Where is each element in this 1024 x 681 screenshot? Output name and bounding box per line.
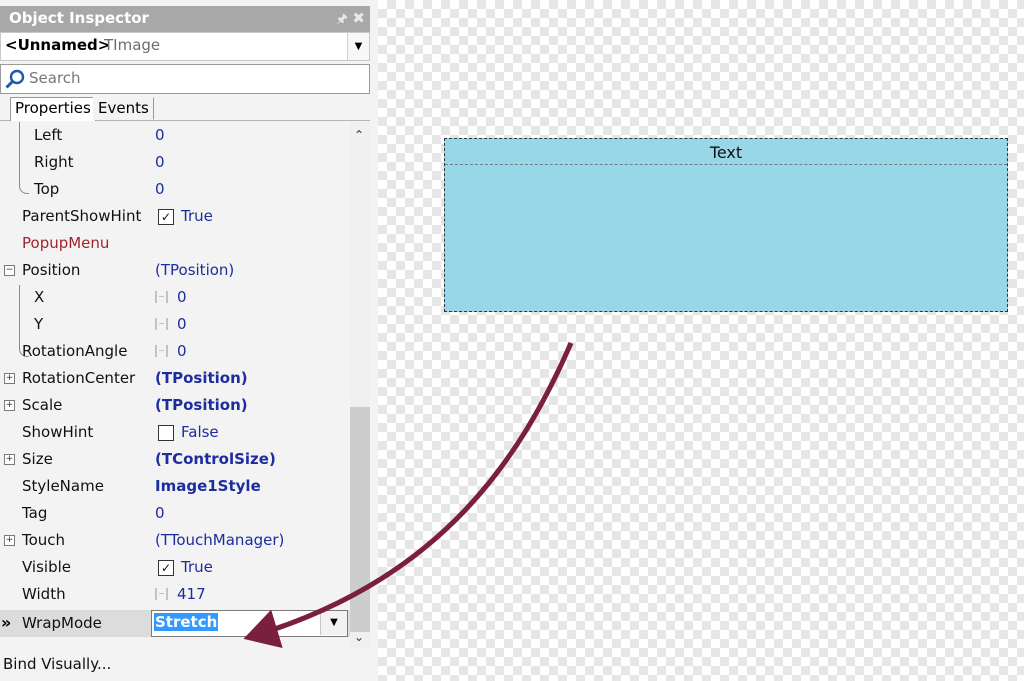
object-selector-dropdown-icon[interactable]: ▼: [347, 33, 369, 60]
image-text-label: Text: [709, 143, 743, 162]
property-name: Scale: [22, 396, 63, 414]
text-baseline-divider: [445, 164, 1007, 165]
property-name: Left: [34, 126, 63, 144]
property-value[interactable]: 0: [177, 315, 187, 333]
object-class: TImage: [104, 36, 161, 54]
property-value[interactable]: 0: [155, 153, 165, 171]
property-row-visible[interactable]: Visible ✓ True: [0, 554, 350, 581]
property-grid: Left 0 Right 0 Top 0 ParentShowHint ✓ Tr…: [0, 122, 350, 648]
property-name: Right: [34, 153, 74, 171]
property-value[interactable]: 0: [155, 180, 165, 198]
property-name: Position: [22, 261, 81, 279]
canvas-image-control[interactable]: Text: [444, 138, 1008, 312]
property-row-stylename[interactable]: StyleName Image1Style: [0, 473, 350, 500]
expand-icon[interactable]: +: [4, 400, 15, 411]
checkbox-unchecked[interactable]: [158, 425, 174, 441]
property-value[interactable]: 417: [177, 585, 206, 603]
inspector-title: Object Inspector: [9, 9, 149, 27]
spin-icon[interactable]: [155, 318, 168, 330]
property-name: StyleName: [22, 477, 104, 495]
property-row-touch[interactable]: + Touch (TTouchManager): [0, 527, 350, 554]
property-value[interactable]: Image1Style: [155, 477, 261, 495]
spin-icon[interactable]: [155, 588, 168, 600]
property-name: ParentShowHint: [22, 207, 142, 225]
search-box[interactable]: Search: [0, 64, 370, 94]
property-name: Tag: [22, 504, 48, 522]
inspector-tabs: Properties Events: [0, 95, 370, 121]
property-value[interactable]: 0: [177, 342, 187, 360]
property-name: Visible: [22, 558, 71, 576]
property-value-selected[interactable]: Stretch: [154, 613, 219, 631]
property-row-width[interactable]: Width 417: [0, 581, 350, 608]
checkbox-checked[interactable]: ✓: [158, 209, 174, 225]
pin-icon[interactable]: 🖈: [336, 10, 348, 32]
expand-icon[interactable]: +: [4, 535, 15, 546]
spin-icon[interactable]: [155, 291, 168, 303]
property-name: Touch: [22, 531, 66, 549]
scrollbar-thumb[interactable]: [350, 407, 370, 632]
scroll-up-icon[interactable]: ⌃: [354, 128, 364, 142]
vertical-scrollbar[interactable]: ⌃ ⌄: [350, 122, 370, 648]
property-row-rotationangle[interactable]: RotationAngle 0: [0, 338, 350, 365]
property-row-left[interactable]: Left 0: [0, 122, 350, 149]
close-icon[interactable]: ✖: [352, 9, 365, 27]
property-row-rotationcenter[interactable]: + RotationCenter (TPosition): [0, 365, 350, 392]
property-value[interactable]: False: [181, 423, 219, 441]
collapse-icon[interactable]: −: [4, 265, 15, 276]
scroll-down-icon[interactable]: ⌄: [354, 630, 364, 644]
property-name: Size: [22, 450, 53, 468]
property-value[interactable]: True: [181, 207, 213, 225]
dropdown-arrow-icon[interactable]: ▼: [320, 611, 347, 635]
object-selector[interactable]: <Unnamed> TImage ▼: [0, 32, 370, 61]
property-value[interactable]: (TPosition): [155, 261, 234, 279]
property-name: RotationCenter: [22, 369, 136, 387]
property-row-parentshowhint[interactable]: ParentShowHint ✓ True: [0, 203, 350, 230]
property-value[interactable]: 0: [155, 504, 165, 522]
checkbox-checked[interactable]: ✓: [158, 560, 174, 576]
property-row-tag[interactable]: Tag 0: [0, 500, 350, 527]
tab-properties[interactable]: Properties: [10, 97, 96, 121]
spin-icon[interactable]: [155, 345, 168, 357]
selected-row-marker: »: [1, 613, 12, 632]
object-inspector-panel: Object Inspector 🖈 ✖ <Unnamed> TImage ▼ …: [0, 0, 378, 681]
property-row-size[interactable]: + Size (TControlSize): [0, 446, 350, 473]
property-row-position[interactable]: − Position (TPosition): [0, 257, 350, 284]
property-value[interactable]: (TControlSize): [155, 450, 276, 468]
expand-icon[interactable]: +: [4, 454, 15, 465]
property-row-popupmenu[interactable]: PopupMenu: [0, 230, 350, 257]
property-value[interactable]: (TPosition): [155, 369, 248, 387]
property-name: RotationAngle: [22, 342, 128, 360]
property-name: WrapMode: [22, 614, 102, 632]
property-value[interactable]: True: [181, 558, 213, 576]
expand-icon[interactable]: +: [4, 373, 15, 384]
inspector-title-bar: Object Inspector 🖈 ✖: [0, 6, 370, 32]
property-row-y[interactable]: Y 0: [0, 311, 350, 338]
property-row-showhint[interactable]: ShowHint False: [0, 419, 350, 446]
property-value[interactable]: 0: [177, 288, 187, 306]
property-name: Top: [34, 180, 60, 198]
search-input[interactable]: Search: [29, 69, 81, 87]
property-name: ShowHint: [22, 423, 94, 441]
property-value[interactable]: 0: [155, 126, 165, 144]
property-row-scale[interactable]: + Scale (TPosition): [0, 392, 350, 419]
property-value[interactable]: (TTouchManager): [155, 531, 284, 549]
tab-events[interactable]: Events: [93, 97, 154, 120]
property-value[interactable]: (TPosition): [155, 396, 248, 414]
property-name: Width: [22, 585, 66, 603]
property-name: Y: [34, 315, 44, 333]
bind-visually-link[interactable]: Bind Visually...: [3, 655, 111, 673]
object-name: <Unnamed>: [5, 36, 111, 54]
property-row-x[interactable]: X 0: [0, 284, 350, 311]
property-name: X: [34, 288, 45, 306]
property-row-right[interactable]: Right 0: [0, 149, 350, 176]
property-name: PopupMenu: [22, 234, 110, 252]
search-icon: [5, 69, 25, 89]
property-row-wrapmode[interactable]: » WrapMode Stretch ▼: [0, 610, 350, 637]
property-row-top[interactable]: Top 0: [0, 176, 350, 203]
